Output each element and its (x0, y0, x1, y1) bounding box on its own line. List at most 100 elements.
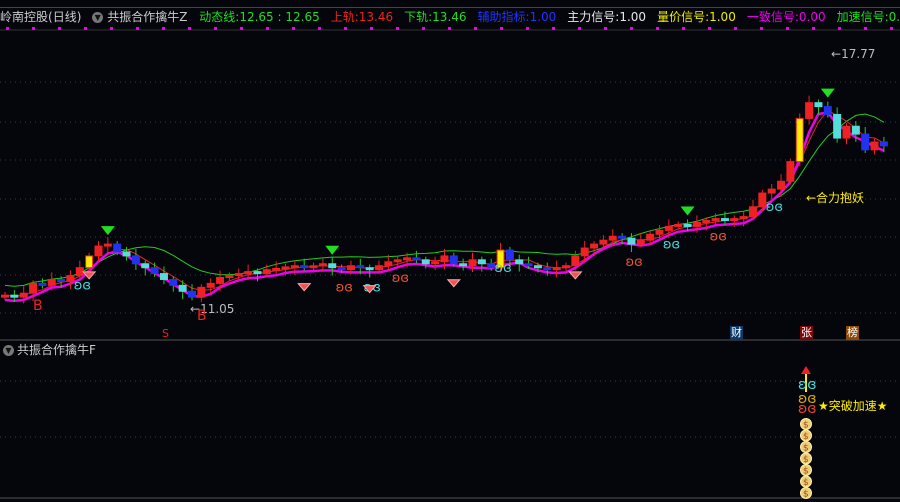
sub-indicator-name[interactable]: 共振合作擒牛F (17, 343, 96, 357)
candle-body (262, 269, 271, 275)
limit-up-tag[interactable]: 张 (800, 326, 813, 340)
signal-dot (32, 27, 35, 30)
candle-body (664, 225, 673, 231)
dollar-sign-icon: $ (803, 478, 809, 488)
candle-body (505, 249, 514, 261)
candle-body (234, 273, 243, 277)
candle-body (85, 255, 94, 269)
signal-dot (396, 27, 399, 30)
signal-dot (578, 27, 581, 30)
butterfly-icon: ʚɞ (625, 255, 642, 270)
signal-dot (890, 27, 893, 30)
signal-dot (812, 27, 815, 30)
candle-body (431, 261, 440, 265)
candle-body (38, 282, 47, 286)
rank-list-tag[interactable]: 榜 (846, 326, 859, 340)
candle-body (1, 294, 9, 298)
candle-body (328, 263, 337, 269)
candle-body (337, 267, 346, 271)
candle-body (823, 106, 832, 115)
candle-body (646, 233, 655, 241)
candle-body (10, 294, 19, 298)
signal-dot (552, 27, 555, 30)
signal-dot (604, 27, 607, 30)
candle-body (711, 218, 720, 222)
candle-body (178, 284, 187, 292)
candle-body (47, 278, 56, 286)
candle-body (365, 267, 374, 271)
candle-body (113, 243, 122, 253)
candle-body (141, 263, 150, 269)
signal-dot (656, 27, 659, 30)
high-price-label: ←17.77 (831, 47, 875, 61)
candle-body (122, 251, 131, 257)
candle-body (692, 222, 701, 227)
candle-body (216, 277, 225, 284)
candle-body (477, 259, 486, 265)
up-arrow-icon (801, 366, 811, 374)
candle-body (449, 255, 458, 265)
candle-body (795, 117, 804, 163)
candle-body (805, 102, 814, 119)
price-chart[interactable]: ʚɞʚɞʚɞʚɞʚɞʚɞʚɞʚɞʚɞʚɞʚɞʚɞ$$$$$$$ (0, 0, 900, 502)
candle-body (590, 243, 599, 249)
candle-body (440, 255, 449, 263)
candle-body (468, 259, 477, 267)
candle-body (562, 265, 570, 269)
diamond-icon (446, 279, 461, 288)
signal-dot (110, 27, 113, 30)
candle-body (300, 265, 309, 269)
signal-dot (188, 27, 191, 30)
signal-dot (760, 27, 763, 30)
candle-body (421, 259, 430, 265)
signal-dot (708, 27, 711, 30)
dollar-sign-icon: $ (803, 490, 809, 500)
candle-body (281, 266, 290, 270)
candle-body (356, 265, 365, 269)
signal-dot (240, 27, 243, 30)
candle-body (739, 216, 748, 220)
diamond-icon (297, 283, 312, 292)
dollar-sign-icon: $ (803, 444, 809, 454)
finance-tag[interactable]: 财 (730, 326, 743, 340)
signal-dot (58, 27, 61, 30)
candle-body (851, 125, 860, 135)
candle-body (253, 271, 262, 275)
candle-body (861, 133, 870, 151)
candle-body (159, 273, 168, 280)
candle-body (767, 188, 776, 194)
buy-mark: B (197, 308, 207, 324)
arrow-prefix: ← (831, 47, 842, 61)
candle-body (403, 257, 412, 261)
butterfly-icon: ʚɞ (392, 271, 409, 286)
candle-body (833, 113, 842, 139)
sell-triangle-icon (100, 226, 115, 236)
candle-body (627, 237, 636, 245)
butterfly-icon: ʚɞ (710, 230, 727, 245)
candle-body (94, 245, 103, 257)
candle-body (150, 267, 159, 275)
butterfly-icon: ʚɞ (495, 261, 512, 276)
sell-mark: S (162, 327, 169, 340)
candle-body (655, 229, 664, 235)
candle-body (608, 235, 617, 241)
signal-dot (682, 27, 685, 30)
candle-body (244, 271, 253, 275)
signal-dot (630, 27, 633, 30)
signal-dot (838, 27, 841, 30)
chevron-down-icon[interactable]: ▼ (3, 345, 14, 356)
candle-body (879, 141, 888, 147)
dollar-sign-icon: $ (803, 455, 809, 465)
breakout-annotation: ★突破加速★ (818, 399, 888, 413)
candle-body (702, 220, 711, 224)
candle-body (188, 290, 196, 298)
signal-dot (214, 27, 217, 30)
candle-body (599, 239, 608, 245)
signal-dot (370, 27, 373, 30)
signal-dot (422, 27, 425, 30)
signal-dot (266, 27, 269, 30)
candle-body (618, 235, 627, 239)
candle-body (19, 292, 28, 298)
candle-body (412, 257, 421, 261)
candle-body (459, 263, 468, 267)
